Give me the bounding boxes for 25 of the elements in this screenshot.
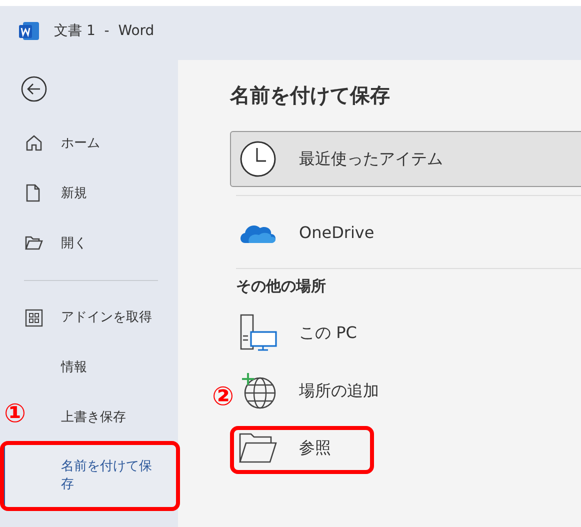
callout-number: ①: [4, 401, 26, 427]
sidebar-item[interactable]: 名前を付けて保存: [2, 445, 178, 507]
back-icon[interactable]: [21, 76, 47, 102]
location-item[interactable]: この PC: [230, 304, 581, 362]
page-title: 名前を付けて保存: [230, 82, 391, 109]
section-heading: その他の場所: [236, 277, 327, 296]
globe-plus-icon: [239, 372, 277, 410]
folder-icon: [239, 433, 277, 463]
sidebar-item[interactable]: 新規: [2, 168, 178, 218]
sidebar-item[interactable]: アドインを取得: [2, 293, 178, 343]
sidebar-item[interactable]: ホーム: [2, 118, 178, 168]
document-icon: [25, 184, 41, 202]
window-title: 文書 1 - Word: [54, 22, 154, 40]
sidebar-item[interactable]: 開く: [2, 218, 178, 268]
folder-icon: [25, 236, 43, 250]
location-item[interactable]: OneDrive: [230, 204, 581, 260]
callout-number: ②: [212, 384, 234, 410]
location-item[interactable]: 参照: [230, 424, 370, 472]
home-icon: [25, 134, 43, 152]
sidebar-item[interactable]: 情報: [2, 343, 178, 393]
clock-icon: [239, 140, 277, 178]
location-item[interactable]: 最近使ったアイテム: [230, 131, 581, 187]
word-logo-icon: [18, 20, 40, 42]
grid-icon: [25, 309, 43, 327]
computer-icon: [239, 314, 277, 352]
